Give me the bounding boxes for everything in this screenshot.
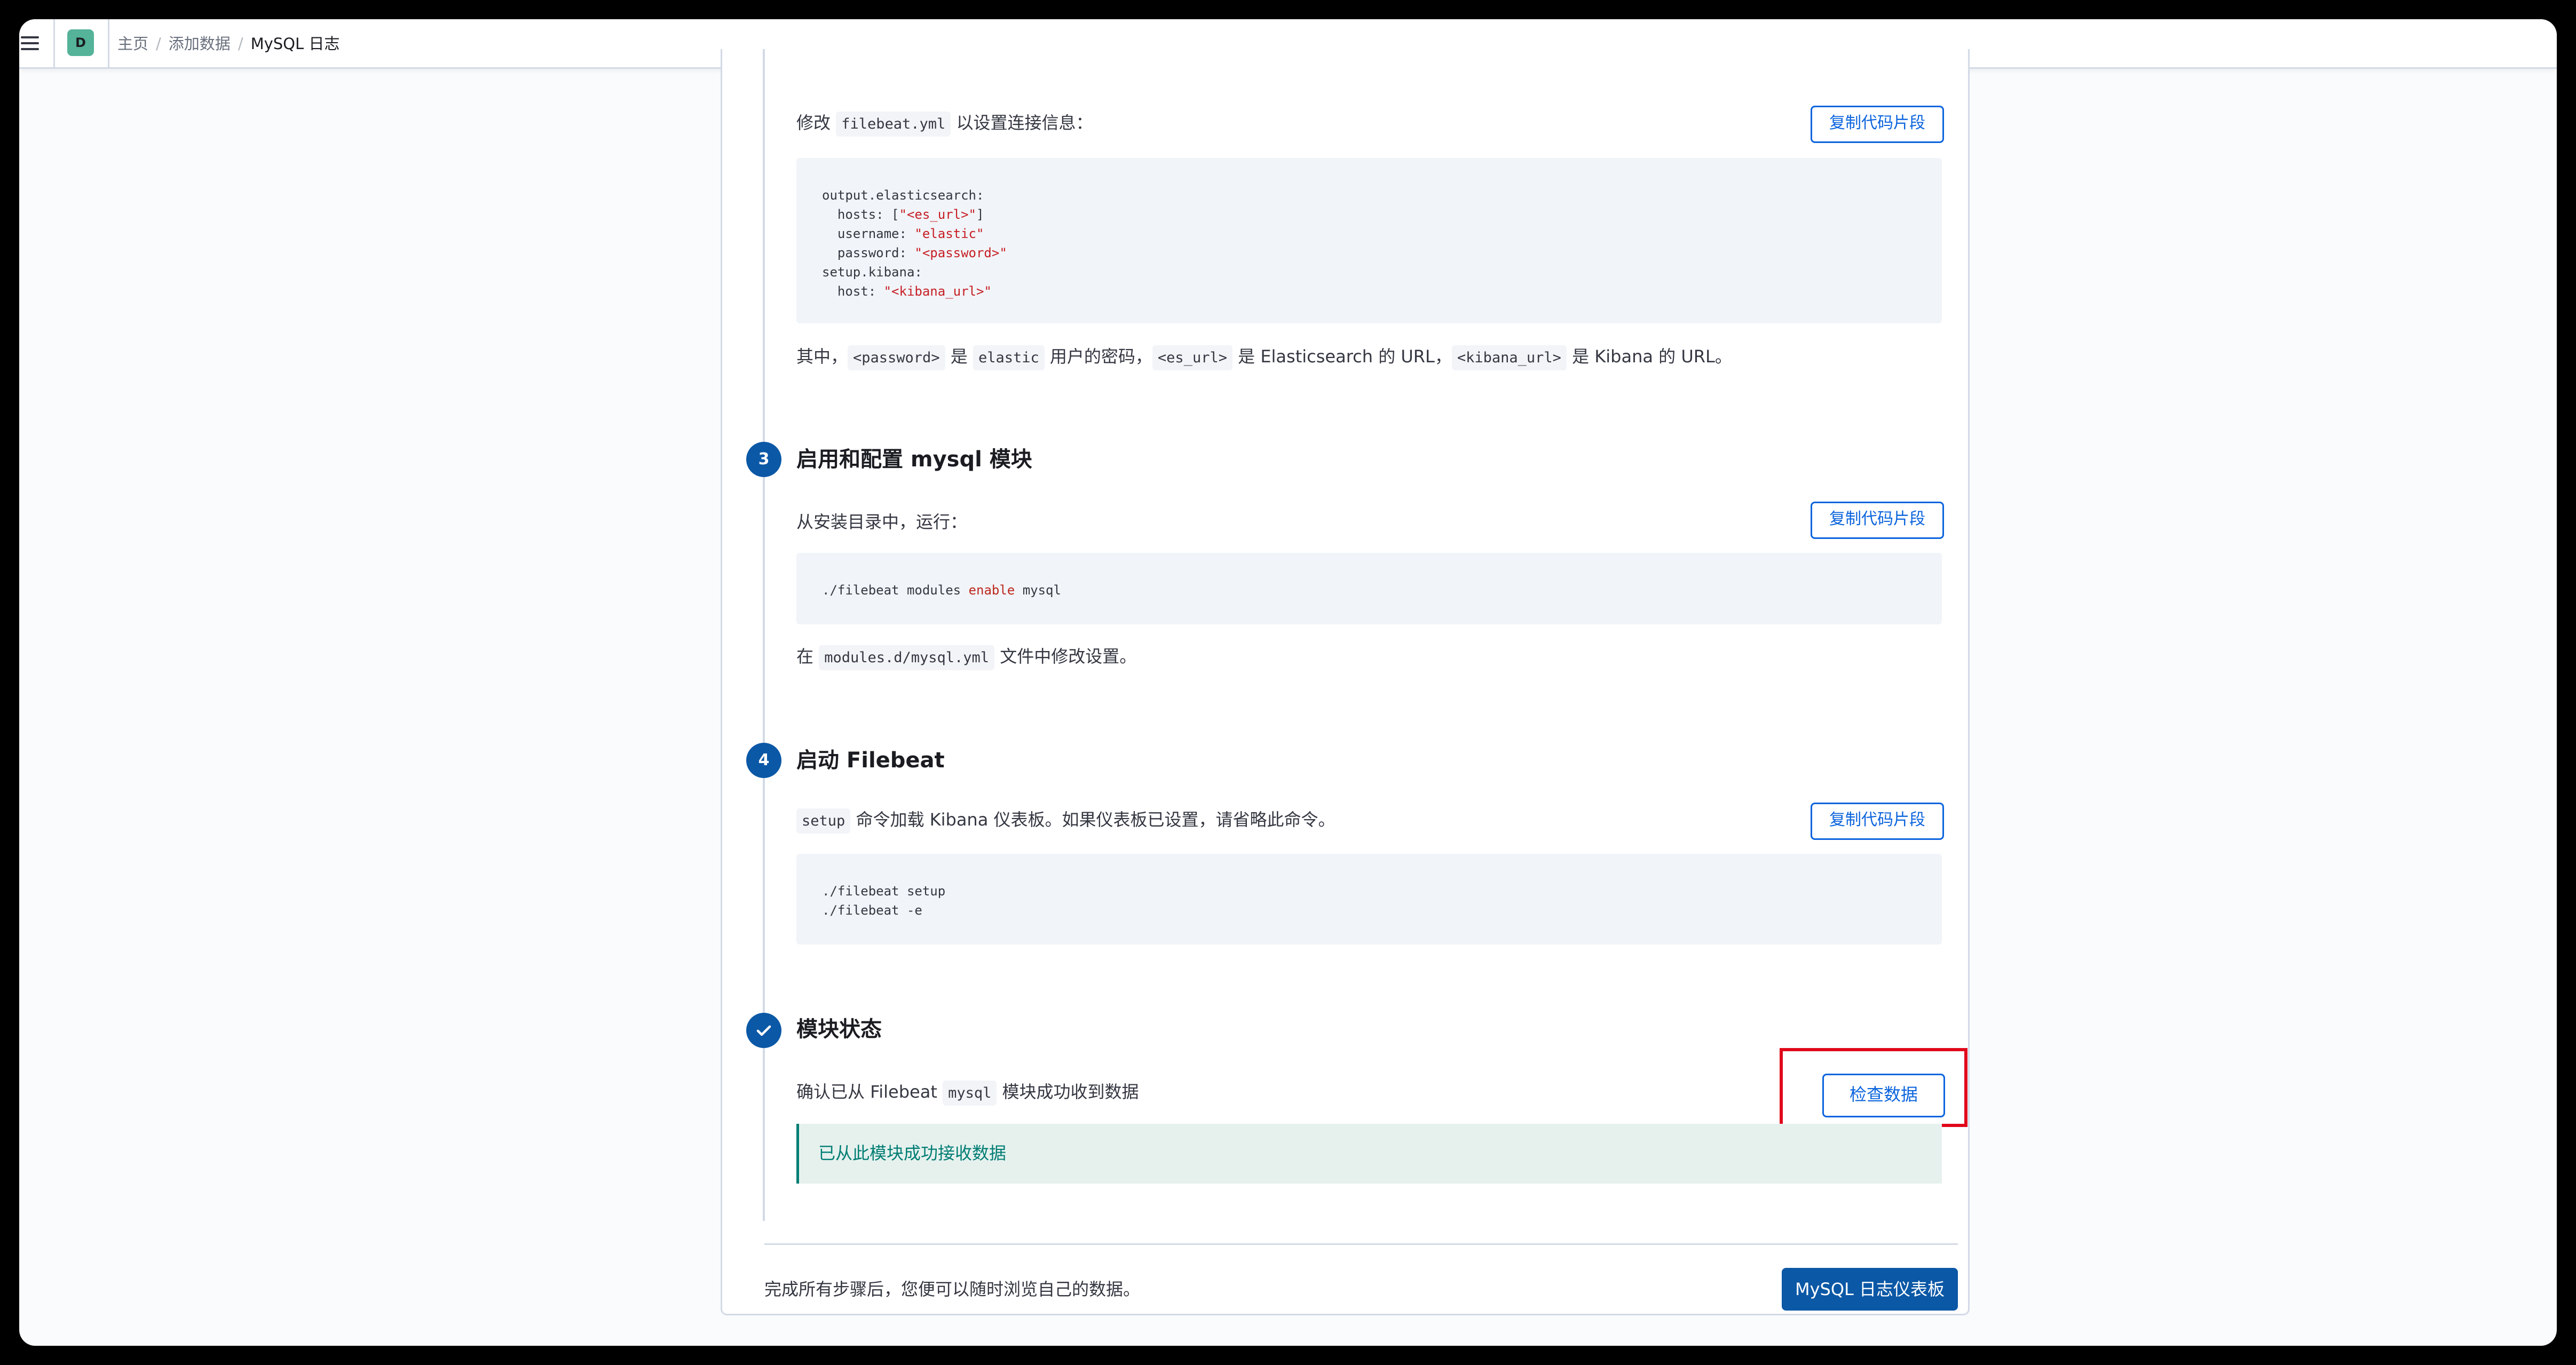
- breadcrumb: 主页 / 添加数据 / MySQL 日志: [117, 33, 339, 54]
- check-data-button[interactable]: 检查数据: [1822, 1074, 1945, 1117]
- step2-text: 以设置连接信息：: [956, 113, 1093, 133]
- code-content: output.elasticsearch: hosts: ["<es_url>"…: [822, 188, 1007, 299]
- hamburger-menu-icon[interactable]: [21, 32, 43, 54]
- code-block-start-filebeat: ./filebeat setup ./filebeat -e: [796, 854, 1942, 945]
- code-block-enable-module: ./filebeat modules enable mysql: [796, 553, 1942, 624]
- status-title: 模块状态: [796, 1017, 882, 1042]
- code-block-config: output.elasticsearch: hosts: ["<es_url>"…: [796, 158, 1942, 323]
- check-icon: [746, 1013, 781, 1048]
- step4-title: 启动 Filebeat: [796, 748, 945, 773]
- inline-code-mysql-yml: modules.d/mysql.yml: [819, 645, 995, 670]
- success-message: 已从此模块成功接收数据: [818, 1143, 1007, 1163]
- code-content: ./filebeat setup ./filebeat -e: [822, 884, 946, 918]
- copy-snippet-button[interactable]: 复制代码片段: [1811, 106, 1944, 143]
- space-avatar[interactable]: D: [67, 29, 94, 56]
- inline-code-filebeat-yml: filebeat.yml: [836, 112, 951, 137]
- code-content: ./filebeat modules enable mysql: [822, 583, 1061, 598]
- breadcrumb-home[interactable]: 主页: [117, 33, 148, 54]
- step2-note: 其中， <password> 是 elastic 用户的密码， <es_url> 是…: [796, 343, 1732, 372]
- step4-instruction: setup 命令加载 Kibana 仪表板。如果仪表板已设置，请省略此命令。: [796, 806, 1336, 835]
- step-number-badge: 4: [746, 743, 781, 778]
- step-number-badge: 3: [746, 442, 781, 477]
- copy-snippet-button[interactable]: 复制代码片段: [1811, 502, 1944, 539]
- inline-code-es-url: <es_url>: [1152, 345, 1232, 370]
- status-instruction: 确认已从 Filebeat mysql 模块成功收到数据: [796, 1078, 1139, 1107]
- breadcrumb-current: MySQL 日志: [250, 35, 340, 53]
- step2-instruction: 修改 filebeat.yml 以设置连接信息：: [796, 109, 1093, 138]
- header-divider: [108, 19, 109, 67]
- inline-code-elastic: elastic: [973, 345, 1045, 370]
- breadcrumb-separator: /: [238, 35, 243, 53]
- inline-code-kibana-url: <kibana_url>: [1451, 345, 1567, 370]
- step3-note: 在 modules.d/mysql.yml 文件中修改设置。: [796, 642, 1136, 672]
- inline-code-mysql: mysql: [943, 1081, 997, 1106]
- footer-text: 完成所有步骤后，您便可以随时浏览自己的数据。: [764, 1279, 1141, 1299]
- step3-instruction: 从安装目录中，运行：: [796, 512, 968, 532]
- inline-code-setup: setup: [796, 808, 851, 834]
- step3-title: 启用和配置 mysql 模块: [796, 447, 1032, 472]
- inline-code-password: <password>: [848, 345, 945, 370]
- step2-text: 修改: [796, 113, 831, 133]
- breadcrumb-separator: /: [156, 35, 161, 53]
- mysql-dashboard-button[interactable]: MySQL 日志仪表板: [1782, 1268, 1958, 1311]
- breadcrumb-add-data[interactable]: 添加数据: [169, 33, 231, 54]
- footer-divider: [764, 1243, 1958, 1245]
- header-divider: [53, 19, 55, 67]
- success-callout: 已从此模块成功接收数据: [796, 1124, 1942, 1184]
- copy-snippet-button[interactable]: 复制代码片段: [1811, 803, 1944, 840]
